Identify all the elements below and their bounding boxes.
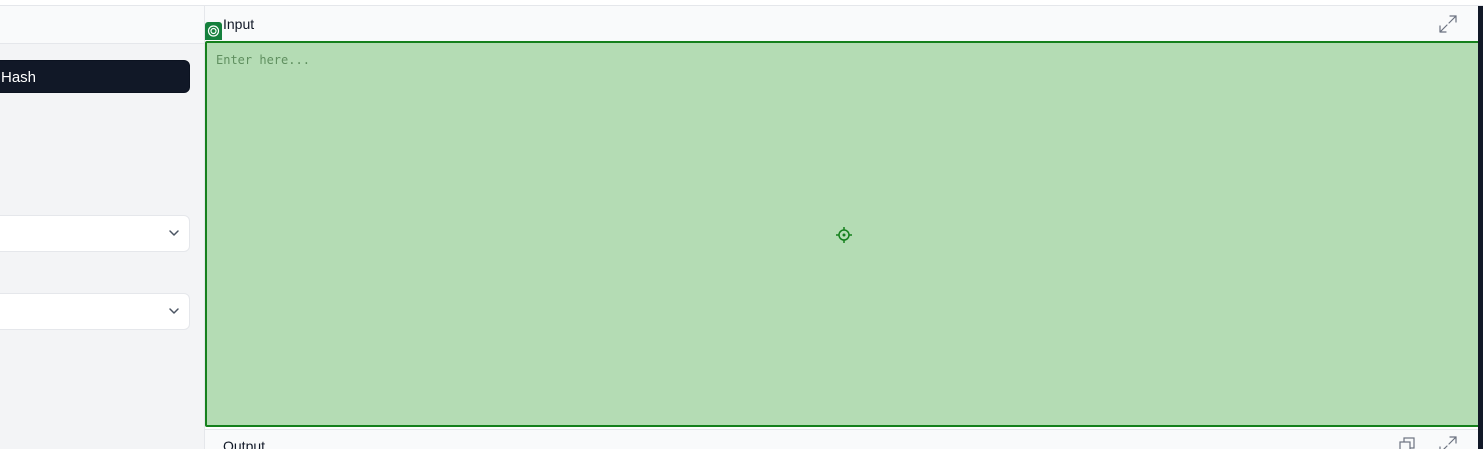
right-edge-bar xyxy=(1478,6,1483,449)
expand-icon[interactable] xyxy=(1437,13,1459,35)
target-icon xyxy=(207,25,220,37)
expand-icon[interactable] xyxy=(1437,434,1459,449)
input-panel-header: Input xyxy=(205,6,1483,41)
algorithm-select[interactable] xyxy=(0,215,190,252)
input-area xyxy=(205,41,1480,427)
copy-icon[interactable] xyxy=(1398,436,1416,449)
crosshair-icon xyxy=(836,227,852,243)
target-badge xyxy=(205,22,222,40)
input-panel-title: Input xyxy=(223,16,255,32)
sidebar: Hash xyxy=(0,6,204,449)
hash-button[interactable]: Hash xyxy=(0,60,190,93)
output-panel-title: Output xyxy=(223,438,266,449)
chevron-down-icon xyxy=(169,308,179,314)
sidebar-header xyxy=(0,6,204,44)
output-panel-header: Output xyxy=(205,429,1478,449)
chevron-down-icon xyxy=(169,230,179,236)
encoding-select[interactable] xyxy=(0,293,190,330)
page: Hash Input Enter here... Output xyxy=(0,0,1483,449)
